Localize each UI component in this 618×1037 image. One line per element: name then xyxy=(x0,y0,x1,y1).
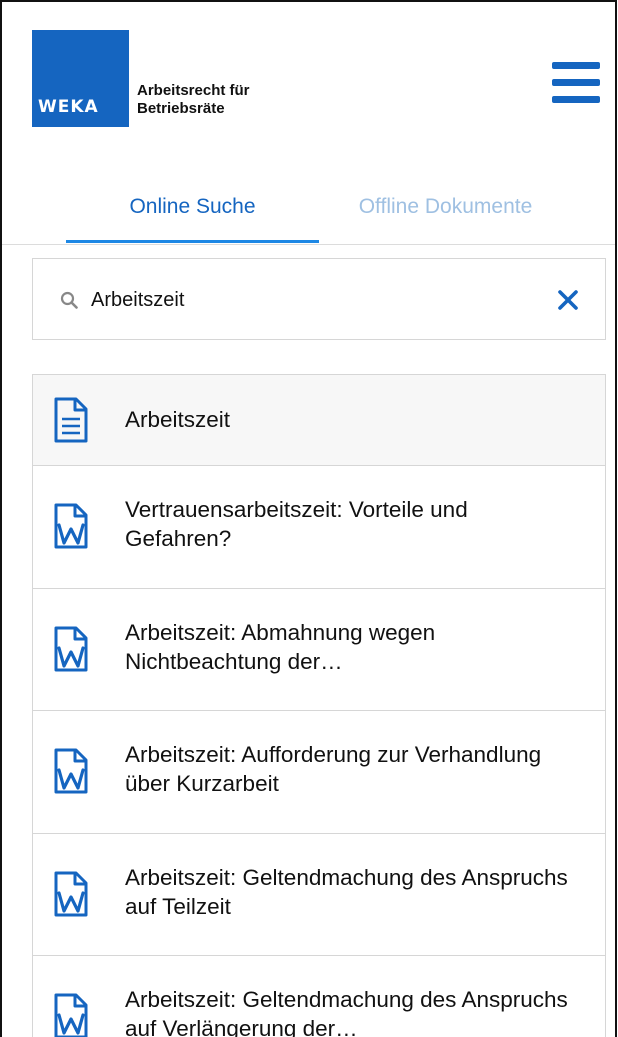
tab-online-suche[interactable]: Online Suche xyxy=(66,170,319,244)
close-icon[interactable] xyxy=(555,287,581,313)
header: WEKA Arbeitsrecht für Betriebsräte xyxy=(2,2,615,162)
result-title: Arbeitszeit: Abmahnung wegen Nichtbeacht… xyxy=(125,619,436,674)
active-tab-indicator xyxy=(66,240,319,243)
result-title: Arbeitszeit: Geltendmachung des Anspruch… xyxy=(125,864,568,919)
result-title: Arbeitszeit xyxy=(125,407,231,432)
result-title: Vertrauensarbeitszeit: Vorteile und Gefa… xyxy=(125,497,468,551)
list-item[interactable]: Arbeitszeit: Geltendmachung des Anspruch… xyxy=(33,833,605,956)
word-document-icon xyxy=(54,871,88,916)
search-input[interactable] xyxy=(91,281,511,319)
app-screen: WEKA Arbeitsrecht für Betriebsräte Onlin… xyxy=(0,0,617,1037)
product-name: Arbeitsrecht für Betriebsräte xyxy=(137,82,250,117)
word-document-icon xyxy=(54,748,88,794)
document-icon xyxy=(54,397,88,443)
list-item[interactable]: Arbeitszeit: Geltendmachung des Anspruch… xyxy=(33,956,605,1037)
result-title: Arbeitszeit: Geltendmachung des Anspruch… xyxy=(125,987,568,1037)
word-document-icon xyxy=(54,503,88,549)
list-item[interactable]: Arbeitszeit: Abmahnung wegen Nichtbeacht… xyxy=(33,588,605,711)
search-box xyxy=(32,258,606,340)
search-results-list: Arbeitszeit Vertrauensarbeitszeit: Vorte… xyxy=(32,374,606,1037)
hamburger-menu-icon[interactable] xyxy=(552,62,600,104)
list-item[interactable]: Arbeitszeit: Aufforderung zur Verhandlun… xyxy=(33,711,605,834)
search-icon xyxy=(60,291,78,309)
tab-offline-dokumente[interactable]: Offline Dokumente xyxy=(319,170,572,244)
weka-logo: WEKA xyxy=(32,30,129,127)
list-item[interactable]: Vertrauensarbeitszeit: Vorteile und Gefa… xyxy=(33,466,605,589)
word-document-icon xyxy=(54,993,88,1037)
word-document-icon xyxy=(54,626,88,671)
logo-text: WEKA xyxy=(38,97,99,117)
result-title: Arbeitszeit: Aufforderung zur Verhandlun… xyxy=(125,742,542,796)
list-item[interactable]: Arbeitszeit xyxy=(33,375,605,466)
tab-bar: Online Suche Offline Dokumente xyxy=(2,170,615,245)
